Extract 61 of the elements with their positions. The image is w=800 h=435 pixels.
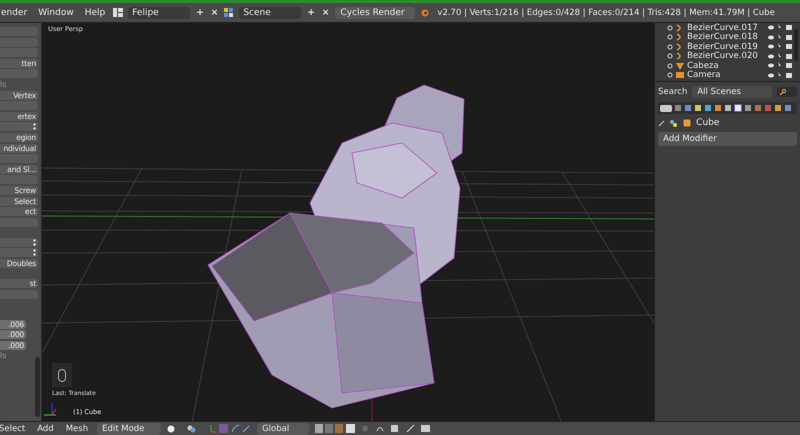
close-button[interactable]: × [210, 8, 220, 18]
cube-icon [683, 119, 692, 127]
layout-icon[interactable] [113, 8, 124, 17]
mode-dropdown[interactable]: Edit Mode [97, 422, 162, 434]
properties-tab[interactable] [734, 104, 742, 112]
orientation-dropdown[interactable]: Global [257, 422, 310, 434]
blender-logo-icon [420, 8, 430, 17]
visibility-icons[interactable] [768, 52, 792, 60]
properties-tab[interactable] [704, 104, 712, 112]
tool-dropdown[interactable] [0, 248, 38, 258]
editor-type-icon[interactable] [660, 104, 672, 112]
visibility-icons[interactable] [768, 43, 792, 50]
search-scope-dropdown[interactable]: All Scenes [692, 86, 772, 98]
panel-label: ls [0, 80, 8, 89]
properties-tab[interactable] [744, 104, 752, 112]
tool-dropdown[interactable] [0, 238, 38, 247]
axis-gizmo-icon [42, 401, 58, 417]
visibility-icons[interactable] [768, 24, 792, 32]
render-engine-dropdown[interactable]: Cycles Render [335, 6, 416, 18]
mouse-icon [58, 368, 66, 382]
menu-item[interactable]: Add [34, 424, 57, 434]
search-icon [779, 88, 786, 96]
scrollbar[interactable] [35, 357, 40, 417]
updown-icon [33, 238, 36, 246]
properties-tab[interactable] [714, 104, 722, 112]
visibility-icons[interactable] [768, 72, 792, 79]
panel-label: ls [0, 351, 8, 360]
properties-tab[interactable] [694, 104, 702, 112]
visibility-icons[interactable] [768, 34, 792, 41]
updown-icon [33, 249, 36, 256]
menu-item[interactable]: Mesh [62, 424, 92, 434]
add-button[interactable]: + [306, 8, 316, 18]
mesh-icon [676, 62, 684, 70]
search-field[interactable] [777, 87, 797, 97]
outliner-item[interactable]: Camera [687, 70, 762, 80]
outliner-item[interactable]: Cabeza [687, 60, 762, 71]
scene-field[interactable]: Scene [239, 6, 302, 18]
screen-layout-field[interactable]: Felipe [128, 6, 190, 18]
updown-icon [33, 123, 36, 130]
outliner-item[interactable]: BezierCurve.018 [687, 32, 762, 42]
menu-item[interactable]: Window [35, 8, 77, 18]
outliner-item[interactable]: BezierCurve.017 [687, 23, 762, 33]
add-button[interactable]: + [195, 8, 205, 18]
search-label: Search [658, 87, 688, 97]
menu-item[interactable]: ender [0, 8, 30, 18]
close-button[interactable]: × [320, 8, 330, 18]
menu-item[interactable]: Help [82, 8, 108, 18]
layer-icons[interactable] [315, 424, 356, 433]
properties-tab[interactable] [724, 104, 732, 112]
snapping-icons[interactable] [361, 424, 432, 433]
tool-dropdown[interactable] [0, 122, 38, 132]
outliner-item[interactable]: BezierCurve.020 [687, 51, 762, 62]
outliner-item[interactable]: BezierCurve.019 [687, 42, 762, 52]
visibility-icons[interactable] [768, 62, 792, 70]
properties-tab[interactable] [774, 104, 782, 112]
pin-icon[interactable] [658, 119, 678, 127]
object-name-label: Cube [696, 118, 720, 128]
scene-statistics: v2.70 | Verts:1/216 | Edges:0/428 | Faces:0/214 | Tris:428 | Mem:41.79M | Cube [437, 8, 775, 18]
camera-icon [676, 71, 684, 80]
scene-icon[interactable] [224, 8, 234, 17]
add-modifier-dropdown[interactable]: Add Modifier [658, 132, 797, 146]
